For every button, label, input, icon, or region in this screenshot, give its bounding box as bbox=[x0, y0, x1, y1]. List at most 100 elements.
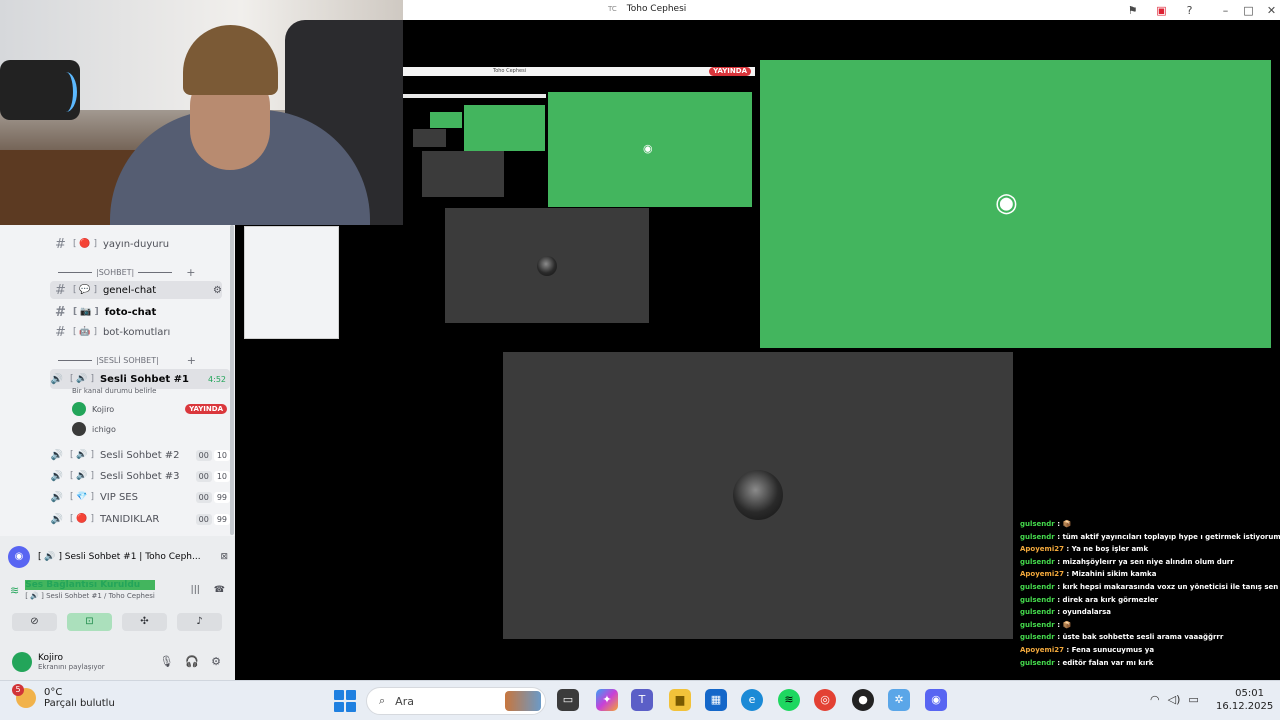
nested-titlebar-small bbox=[403, 94, 546, 98]
camera-tile-small[interactable] bbox=[422, 151, 504, 197]
battery-icon[interactable]: ▭ bbox=[1188, 693, 1198, 706]
user-count: 00 99 bbox=[195, 491, 230, 503]
chat-message: gulsendr : tüm aktif yayıncıları toplayı… bbox=[1020, 532, 1280, 541]
edge-icon[interactable]: e bbox=[741, 689, 763, 711]
discord-taskbar-icon[interactable]: ◉ bbox=[925, 689, 947, 711]
noise-icon[interactable]: ||| bbox=[191, 585, 200, 595]
teams-icon[interactable]: T bbox=[631, 689, 653, 711]
channel-genel-chat[interactable]: # [ 💬 ] genel-chat ⚙ bbox=[50, 281, 222, 299]
clock[interactable]: 05:01 16.12.2025 bbox=[1216, 687, 1274, 713]
app-icon[interactable]: ✲ bbox=[888, 689, 910, 711]
voice-member-ichigo[interactable]: ichigo bbox=[72, 420, 227, 438]
hash-icon: # bbox=[55, 236, 66, 252]
channel-bracket: [ 🔴 ] bbox=[73, 239, 97, 249]
headphones-icon[interactable]: 🎧 bbox=[185, 655, 199, 668]
store-icon[interactable]: ▦ bbox=[705, 689, 727, 711]
signal-icon: ≋ bbox=[10, 583, 20, 597]
server-name: Toho Cephesi bbox=[626, 4, 687, 14]
obs-icon[interactable]: ● bbox=[852, 689, 874, 711]
stream-tile-medium[interactable]: ◉ bbox=[548, 92, 752, 207]
speaker-icon: 🔊 bbox=[50, 491, 64, 503]
wifi-icon[interactable]: ◠ bbox=[1150, 693, 1160, 706]
voice-channel-sesli-sohbet-3[interactable]: 🔊 [ 🔊 ] Sesli Sohbet #3 00 10 bbox=[50, 466, 230, 486]
weather-widget[interactable]: 5 0°C Parçalı bulutlu bbox=[12, 684, 115, 709]
voice-channel-vip-ses[interactable]: 🔊 [ 💎 ] VIP SES 00 99 bbox=[50, 487, 230, 507]
voice-panel-header[interactable]: ◉ [ 🔊 ] Sesli Sohbet #1 | Toho Ceph... ⊠ bbox=[8, 544, 228, 570]
channel-bot-komutlari[interactable]: # [ 🤖 ] bot-komutları bbox=[55, 323, 170, 341]
chat-message: gulsendr : oyundalarsa bbox=[1020, 608, 1111, 617]
stream-tile-small[interactable] bbox=[464, 105, 545, 151]
copilot-icon[interactable]: ✦ bbox=[596, 689, 618, 711]
notification-badge: 5 bbox=[12, 684, 24, 696]
member-name: Kojiro bbox=[92, 404, 115, 414]
help-icon[interactable]: ? bbox=[1183, 4, 1196, 17]
stream-tile-large[interactable]: ◉ bbox=[760, 60, 1271, 348]
search-icon: ⌕ bbox=[379, 694, 386, 707]
stream-tile-xsmall[interactable] bbox=[430, 112, 462, 128]
add-channel-icon[interactable]: + bbox=[187, 354, 196, 367]
inbox-icon[interactable]: ⚑ bbox=[1126, 4, 1139, 17]
soundboard-button[interactable]: ♪ bbox=[177, 613, 222, 631]
maximize-icon[interactable]: □ bbox=[1242, 4, 1255, 17]
search-placeholder: Ara bbox=[395, 694, 414, 708]
member-name: ichigo bbox=[92, 424, 116, 434]
chrome-icon[interactable]: ◎ bbox=[814, 689, 836, 711]
voice-member-kojiro[interactable]: Kojiro YAYINDA bbox=[72, 400, 227, 418]
channel-label: TANIDIKLAR bbox=[99, 513, 160, 525]
window-icon[interactable]: ▣ bbox=[1155, 4, 1168, 17]
channel-label: genel-chat bbox=[102, 284, 157, 296]
settings-icon[interactable]: ⚙ bbox=[213, 285, 222, 296]
camera-tile-xsmall[interactable] bbox=[413, 129, 446, 147]
stream-preview-thumbnail[interactable] bbox=[244, 226, 339, 339]
minimize-icon[interactable]: – bbox=[1219, 4, 1232, 17]
add-channel-icon[interactable]: + bbox=[186, 266, 195, 279]
microphone-icon[interactable]: 🎙 bbox=[159, 655, 173, 668]
volume-icon[interactable]: ◁) bbox=[1168, 693, 1181, 706]
category-sesli-sohbet[interactable]: |SESLİ SOHBET| + bbox=[58, 353, 196, 367]
category-sohbet[interactable]: |SOHBET| + bbox=[58, 265, 195, 279]
channel-label: Sesli Sohbet #3 bbox=[99, 470, 180, 482]
user-name: Kojiro bbox=[38, 652, 63, 663]
user-avatar[interactable] bbox=[12, 651, 32, 672]
screen-share-button[interactable]: ⊡ bbox=[67, 613, 112, 631]
hash-icon: # bbox=[55, 304, 66, 320]
time: 05:01 bbox=[1235, 688, 1264, 699]
weather-icon: 5 bbox=[12, 684, 36, 708]
taskbar-search[interactable]: ⌕ Ara bbox=[366, 687, 546, 715]
start-button[interactable] bbox=[334, 690, 356, 712]
popout-icon[interactable]: ⊠ bbox=[220, 552, 228, 562]
close-icon[interactable]: ✕ bbox=[1265, 4, 1278, 17]
channel-label: Sesli Sohbet #1 bbox=[99, 373, 189, 385]
channel-foto-chat[interactable]: # [ 📷 ] foto-chat bbox=[55, 303, 156, 321]
category-label: |SESLİ SOHBET| bbox=[96, 355, 159, 365]
camera-off-button[interactable]: ⊘ bbox=[12, 613, 57, 631]
activities-button[interactable]: ✣ bbox=[122, 613, 167, 631]
server-initials: TC bbox=[608, 5, 617, 13]
camera-tile-large[interactable] bbox=[503, 352, 1013, 639]
voice-channel-sesli-sohbet-2[interactable]: 🔊 [ 🔊 ] Sesli Sohbet #2 00 10 bbox=[50, 445, 230, 465]
channel-bracket: [ 🔊 ] bbox=[70, 471, 94, 481]
sidebar-scrollbar[interactable] bbox=[230, 225, 234, 535]
channel-bracket: [ 🔴 ] bbox=[70, 514, 94, 524]
category-label: |SOHBET| bbox=[96, 267, 135, 277]
chat-message: Apoyemi27 : Fena sunucuymus ya bbox=[1020, 645, 1155, 654]
disconnect-icon[interactable]: ☎ bbox=[214, 585, 225, 595]
task-view-icon[interactable]: ▭ bbox=[557, 689, 579, 711]
chat-message: gulsendr : 📦 bbox=[1020, 620, 1072, 629]
channel-yayin-duyuru[interactable]: # [ 🔴 ] yayın-duyuru bbox=[55, 235, 169, 253]
channel-label: foto-chat bbox=[104, 306, 157, 318]
channel-status[interactable]: Bir kanal durumu belirle bbox=[72, 387, 156, 395]
file-explorer-icon[interactable]: ▆ bbox=[669, 689, 691, 711]
settings-icon[interactable]: ⚙ bbox=[211, 655, 221, 668]
camera-tile-medium[interactable] bbox=[445, 208, 649, 323]
voice-channel-tanidiklar[interactable]: 🔊 [ 🔴 ] TANIDIKLAR 00 99 bbox=[50, 509, 230, 529]
voice-channel-sesli-sohbet-1[interactable]: 🔊 [ 🔊 ] Sesli Sohbet #1 4:52 bbox=[50, 369, 230, 389]
spotify-icon[interactable]: ≋ bbox=[778, 689, 800, 711]
nested-titlebar: Toho Cephesi YAYINDA bbox=[403, 67, 755, 76]
live-badge: YAYINDA bbox=[709, 67, 751, 76]
connection-status: ≋ Ses Bağlantısı Kuruldu [ 🔊 ] Sesli Soh… bbox=[10, 580, 225, 608]
discord-icon: ◉ bbox=[995, 188, 1018, 218]
date: 16.12.2025 bbox=[1216, 701, 1274, 712]
voice-panel: ◉ [ 🔊 ] Sesli Sohbet #1 | Toho Ceph... ⊠… bbox=[0, 536, 235, 680]
chat-message: gulsendr : editör falan var mı kırk bbox=[1020, 658, 1154, 667]
